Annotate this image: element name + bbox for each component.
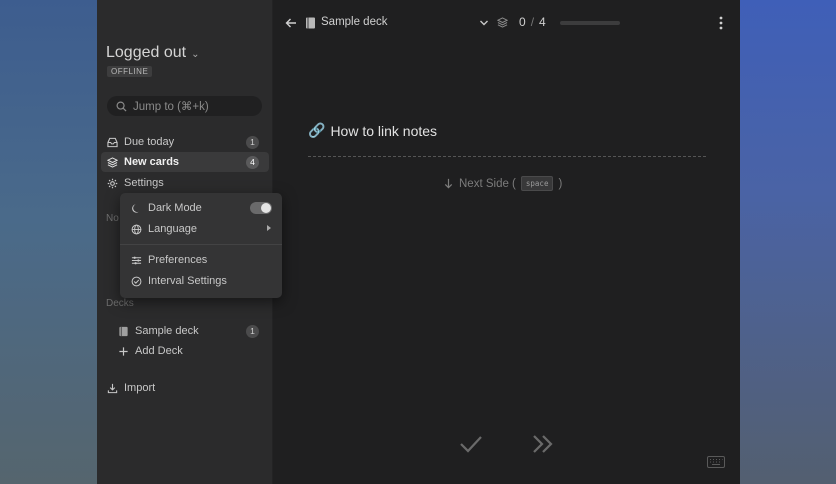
globe-icon: [131, 224, 142, 234]
gear-icon: [107, 178, 118, 188]
sidebar-item-sample-deck[interactable]: Sample deck 1: [101, 321, 269, 341]
menu-item-dark-mode[interactable]: Dark Mode: [120, 198, 282, 218]
notes-section-label: No: [106, 213, 119, 224]
menu-divider: [120, 244, 282, 245]
back-arrow-icon[interactable]: [285, 17, 297, 29]
menu-item-language[interactable]: Language: [120, 219, 282, 239]
sidebar-item-label: New cards: [124, 156, 180, 168]
sidebar-item-due-today[interactable]: Due today 1: [101, 132, 269, 152]
link-emoji: 🔗: [308, 122, 326, 138]
count-badge: 1: [246, 325, 259, 338]
menu-item-label: Dark Mode: [148, 202, 202, 214]
keyboard-icon[interactable]: [707, 456, 725, 468]
offline-badge: OFFLINE: [107, 66, 153, 77]
more-options-icon[interactable]: [719, 16, 723, 30]
settings-dropdown: Dark Mode Language Preferences Interval …: [120, 193, 282, 298]
user-menu[interactable]: Logged out ⌄: [106, 44, 199, 62]
progress-bar: [560, 21, 620, 25]
deck-icon: [306, 17, 315, 29]
check-icon[interactable]: [459, 434, 483, 454]
stack-icon: [497, 17, 508, 28]
sidebar-item-settings[interactable]: Settings: [101, 173, 269, 193]
card-title: 🔗 How to link notes: [308, 122, 437, 139]
sidebar-item-label: Sample deck: [135, 325, 199, 337]
sidebar-item-new-cards[interactable]: New cards 4: [101, 152, 269, 172]
skip-forward-icon[interactable]: [531, 434, 555, 454]
done-count: 0: [519, 15, 526, 29]
desktop-background: [740, 0, 836, 484]
count-badge: 1: [246, 136, 259, 149]
keyboard-shortcut: space: [520, 176, 554, 191]
add-deck-label: Add Deck: [135, 345, 183, 357]
import-button[interactable]: Import: [101, 378, 269, 398]
next-side-label: Next Side (: [459, 177, 516, 190]
inbox-icon: [107, 137, 118, 147]
card-divider: [308, 156, 706, 157]
search-placeholder: Jump to (⌘+k): [133, 101, 209, 113]
menu-item-label: Language: [148, 223, 197, 235]
plus-icon: [119, 346, 128, 356]
download-icon: [107, 383, 118, 393]
chevron-right-icon: [267, 225, 271, 231]
deck-title: Sample deck: [321, 16, 388, 28]
check-circle-icon: [131, 276, 142, 286]
decks-section-label: Decks: [106, 298, 134, 309]
next-side-button[interactable]: Next Side ( space ): [443, 176, 562, 191]
sliders-icon: [131, 256, 142, 264]
deck-icon: [119, 326, 128, 336]
dark-mode-toggle[interactable]: [250, 202, 272, 214]
chevron-down-icon: ⌄: [191, 48, 200, 60]
total-count: 4: [539, 15, 546, 29]
user-name: Logged out: [106, 44, 187, 61]
next-side-suffix: ): [558, 177, 563, 190]
menu-item-preferences[interactable]: Preferences: [120, 250, 282, 270]
main-panel: Sample deck 0/4 🔗 How to link notes Next…: [273, 0, 740, 484]
sidebar-item-label: Due today: [124, 136, 175, 148]
menu-item-label: Interval Settings: [148, 275, 227, 287]
count-badge: 4: [246, 156, 259, 169]
sidebar-item-label: Settings: [124, 177, 164, 189]
topbar: Sample deck 0/4: [273, 0, 739, 46]
moon-icon: [132, 203, 139, 213]
menu-item-label: Preferences: [148, 254, 208, 266]
card-title-text: How to link notes: [330, 122, 438, 139]
search-input[interactable]: Jump to (⌘+k): [107, 96, 262, 116]
import-label: Import: [124, 382, 156, 394]
progress-counter: 0/4: [519, 15, 546, 29]
add-deck-button[interactable]: Add Deck: [101, 341, 269, 361]
chevron-down-icon[interactable]: [479, 18, 489, 28]
arrow-down-icon: [444, 178, 453, 189]
stack-icon: [107, 156, 118, 168]
menu-item-interval-settings[interactable]: Interval Settings: [120, 271, 282, 291]
search-icon: [116, 101, 127, 112]
